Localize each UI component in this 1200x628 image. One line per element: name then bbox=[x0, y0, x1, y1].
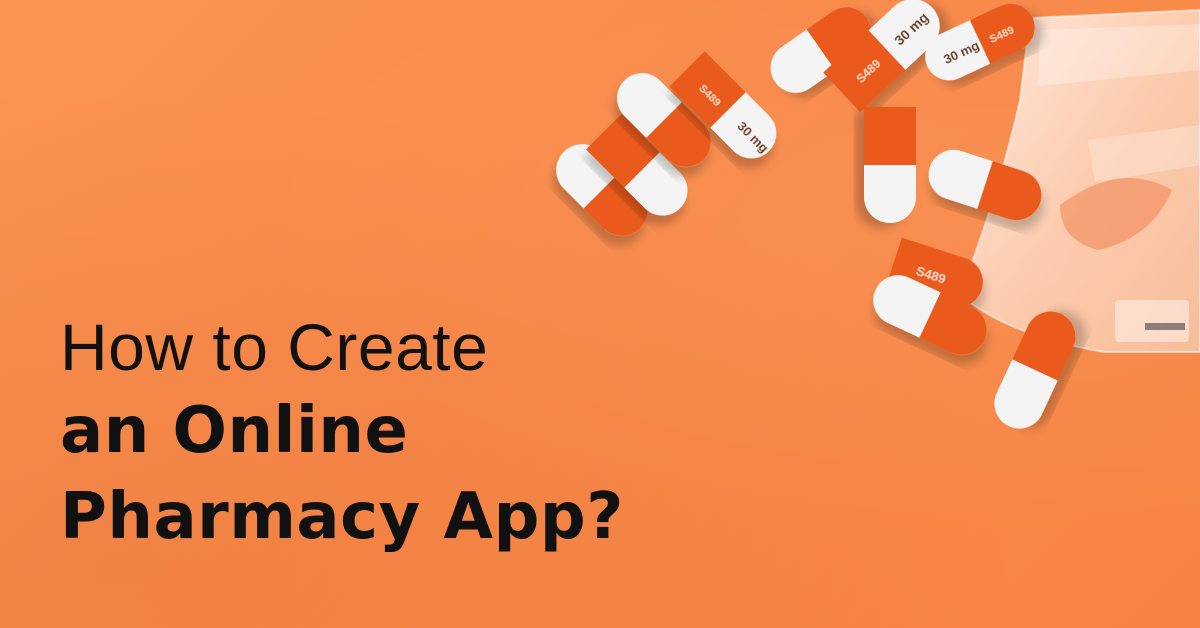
banner-image: 30 mg S489 30 mg S489 30 mg S489 S489 Ho… bbox=[0, 0, 1200, 628]
headline-line-3: Pharmacy App? bbox=[60, 480, 624, 554]
headline-line-1: How to Create bbox=[60, 310, 489, 384]
headline-line-2: an Online bbox=[60, 394, 409, 468]
headline: How to Create an Online Pharmacy App? bbox=[60, 306, 624, 560]
capsule bbox=[994, 311, 1076, 429]
capsule bbox=[864, 107, 916, 223]
